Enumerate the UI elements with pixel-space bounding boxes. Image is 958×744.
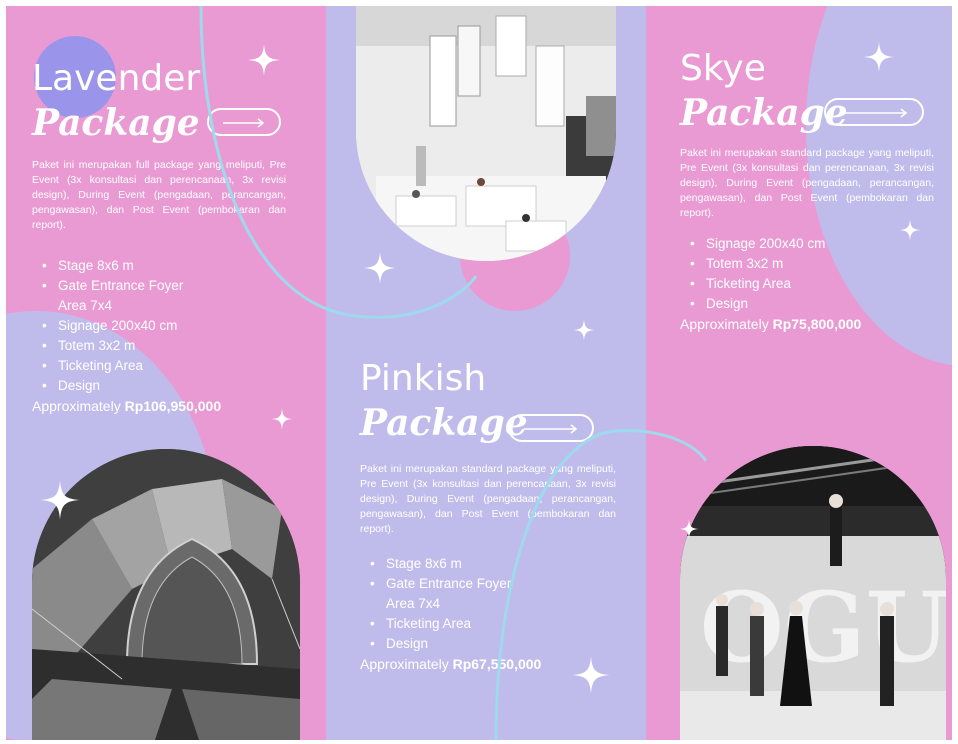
decorative-curve-lines (199, 6, 708, 740)
brochure: Lavender Package Paket ini merupakan ful… (6, 6, 952, 740)
